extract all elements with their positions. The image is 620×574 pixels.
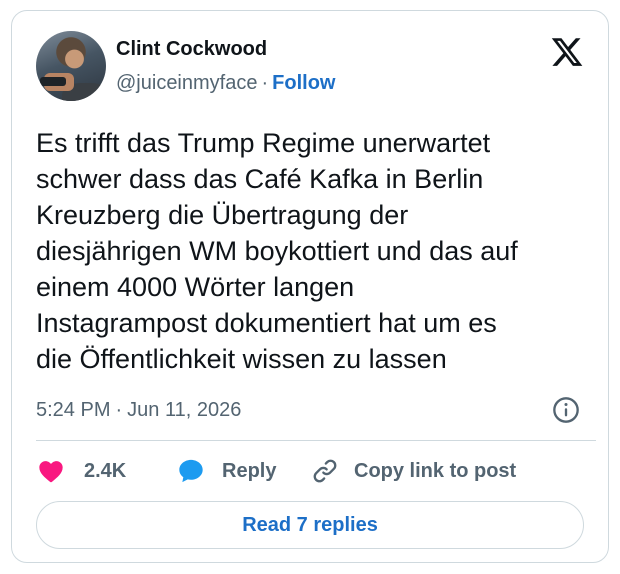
avatar[interactable] [36, 31, 106, 101]
read-replies-button[interactable]: Read 7 replies [36, 501, 584, 549]
copy-link-label: Copy link to post [354, 459, 517, 482]
info-icon[interactable] [552, 396, 580, 424]
like-count: 2.4K [84, 459, 127, 482]
handle-separator: · [261, 72, 269, 94]
divider [36, 440, 596, 441]
post-date: Jun 11, 2026 [127, 399, 242, 421]
author-handle-line: @juiceinmyface · Follow [116, 72, 335, 95]
link-icon [313, 459, 337, 483]
post-text-line: einem 4000 Wörter langen [36, 272, 355, 302]
author-handle[interactable]: @juiceinmyface [116, 72, 257, 94]
date-separator: · [115, 399, 123, 421]
post-text-line: schwer dass das Café Kafka in Berlin [36, 164, 484, 194]
post-text-line: Kreuzberg die Übertragung der [36, 200, 409, 230]
avatar-revolver [40, 77, 66, 86]
reply-label: Reply [222, 459, 277, 482]
post-actions: 2.4K Reply Copy link to post [36, 455, 596, 487]
heart-icon [39, 461, 63, 483]
follow-button[interactable]: Follow [272, 72, 335, 94]
copy-link-button[interactable]: Copy link to post [310, 455, 516, 487]
embedded-post-card: Clint Cockwood @juiceinmyface · Follow Es … [11, 10, 609, 563]
post-timestamp[interactable]: 5:24 PM · Jun 11, 2026 [36, 399, 241, 422]
like-button[interactable]: 2.4K [36, 455, 126, 487]
post-text-line: Instagrampost dokumentiert hat um es [36, 308, 497, 338]
read-replies-label: Read 7 replies [242, 513, 378, 536]
post-text-line: Es trifft das Trump Regime unerwartet [36, 128, 491, 158]
x-logo-icon[interactable] [550, 35, 584, 69]
post-text: Es trifft das Trump Regime unerwartet sc… [36, 125, 596, 377]
reply-bubble-icon [179, 459, 203, 483]
author-display-name[interactable]: Clint Cockwood [116, 38, 267, 61]
post-text-line: diesjährigen WM boykottiert und das auf [36, 236, 518, 266]
post-text-line: die Öffentlichkeit wissen zu lassen [36, 344, 447, 374]
reply-button[interactable]: Reply [176, 455, 276, 487]
post-time: 5:24 PM [36, 399, 111, 421]
